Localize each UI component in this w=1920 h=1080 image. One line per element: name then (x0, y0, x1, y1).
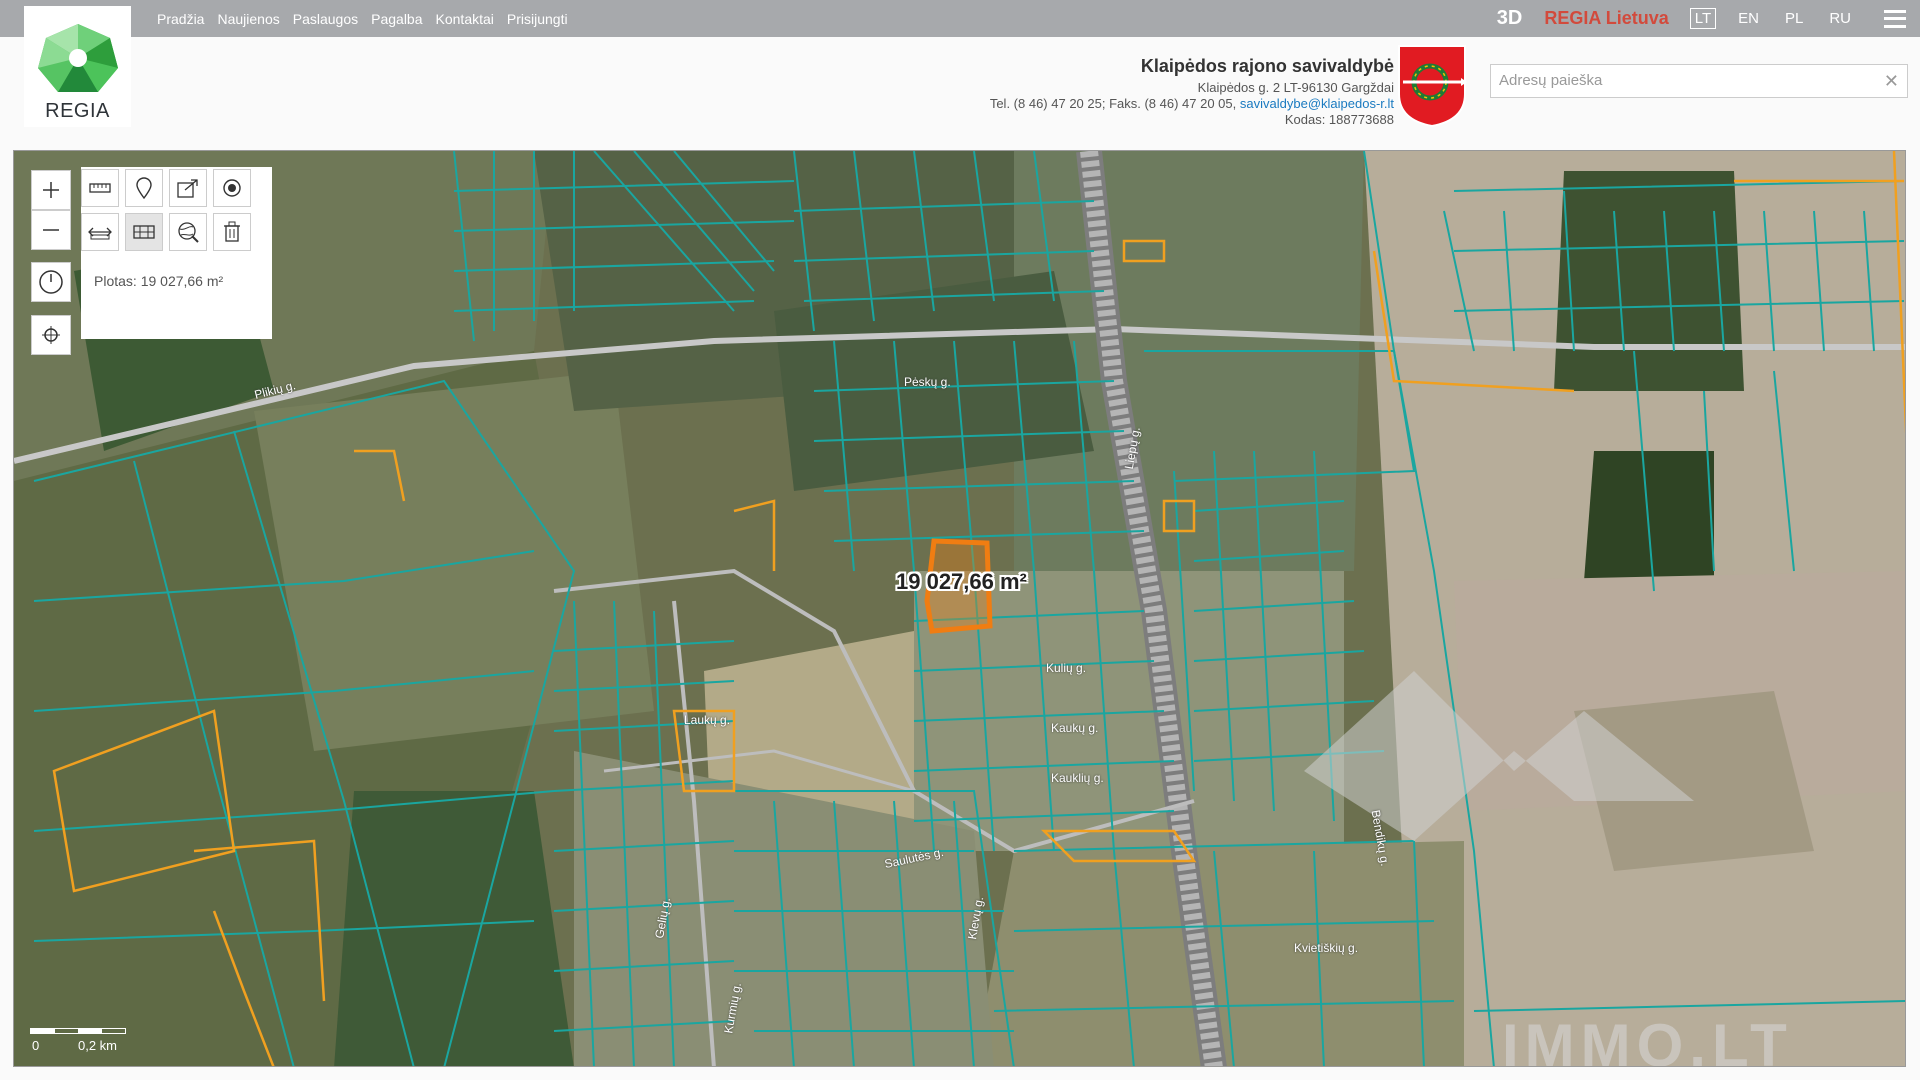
address-search-input[interactable] (1491, 65, 1877, 95)
minus-icon (43, 229, 59, 231)
hamburger-menu-icon[interactable] (1884, 9, 1906, 28)
measure-button[interactable] (81, 169, 119, 207)
lang-ru[interactable]: RU (1825, 9, 1855, 28)
3d-button[interactable]: 3D (1497, 7, 1523, 30)
crosshair-icon (42, 326, 60, 344)
globe-search-icon (178, 222, 199, 243)
nav-kontaktai[interactable]: Kontaktai (436, 11, 494, 27)
municipality-phone: Tel. (8 46) 47 20 25; Faks. (8 46) 47 20… (989, 96, 1237, 111)
share-button[interactable] (169, 169, 207, 207)
municipality-code: Kodas: 188773688 (1284, 112, 1394, 127)
area-result-text: Plotas: 19 027,66 m² (94, 273, 224, 289)
road-label: Kvietiškių g. (1294, 941, 1359, 955)
municipality-address: Klaipėdos g. 2 LT-96130 Gargždai (1197, 80, 1394, 95)
plus-icon (43, 182, 59, 198)
road-label: Kulių g. (1046, 661, 1087, 675)
regia-lietuva-link[interactable]: REGIA Lietuva (1544, 8, 1668, 29)
search-area-button[interactable] (169, 213, 207, 251)
locate-button[interactable] (31, 315, 71, 355)
road-label: Pėskų g. (904, 375, 951, 389)
regia-logo-icon (38, 24, 118, 92)
road-label: Kauklių g. (1051, 771, 1104, 785)
point-button[interactable] (213, 169, 251, 207)
measure-area-button[interactable] (125, 213, 163, 251)
line-measure-icon (88, 227, 112, 240)
scale-end-label: 0,2 km (78, 1038, 118, 1053)
radio-icon (223, 179, 241, 197)
nav-pradzia[interactable]: Pradžia (157, 11, 204, 27)
road-label: Laukų g. (684, 713, 731, 727)
coat-of-arms-icon (1398, 45, 1467, 128)
lang-pl[interactable]: PL (1781, 9, 1807, 28)
top-right-controls: 3D REGIA Lietuva LT EN PL RU (1497, 0, 1920, 37)
history-button[interactable] (31, 262, 71, 302)
zoom-out-button[interactable] (31, 210, 71, 250)
scale-bar-graphic (30, 1028, 126, 1034)
measure-tool-panel (81, 167, 272, 339)
lang-en[interactable]: EN (1734, 9, 1763, 28)
logo-text: REGIA (45, 100, 110, 122)
trash-icon (224, 221, 240, 242)
main-nav: Pradžia Naujienos Paslaugos Pagalba Kont… (157, 0, 568, 37)
regia-logo[interactable]: REGIA (24, 6, 131, 127)
scale-bar: 0 0,2 km (30, 1028, 126, 1054)
road-label: Kaukų g. (1051, 721, 1099, 735)
nav-naujienos[interactable]: Naujienos (217, 11, 279, 27)
municipality-name: Klaipėdos rajono savivaldybė (1140, 56, 1394, 76)
pin-icon (136, 177, 152, 199)
measure-line-button[interactable] (81, 213, 119, 251)
zoom-in-button[interactable] (31, 170, 71, 210)
map-canvas[interactable]: Plikių g. Pėskų g. Kulių g. Kaukų g. Kau… (13, 150, 1906, 1067)
top-bar: Pradžia Naujienos Paslaugos Pagalba Kont… (0, 0, 1920, 37)
municipality-email[interactable]: savivaldybe@klaipedos-r.lt (1240, 96, 1394, 111)
clock-icon (39, 270, 63, 294)
parcel-area-label: 19 027,66 m² (896, 569, 1027, 594)
marker-button[interactable] (125, 169, 163, 207)
lang-lt[interactable]: LT (1689, 8, 1717, 29)
address-search: ✕ (1490, 64, 1908, 98)
nav-prisijungti[interactable]: Prisijungti (507, 11, 568, 27)
map-imagery (14, 151, 1905, 1066)
nav-paslaugos[interactable]: Paslaugos (293, 11, 358, 27)
scale-start-label: 0 (32, 1038, 40, 1053)
area-measure-icon (133, 225, 155, 239)
share-icon (177, 179, 198, 198)
watermark-text: IMMO.LT (1502, 1012, 1793, 1067)
municipality-info: Klaipėdos rajono savivaldybė Klaipėdos g… (989, 56, 1394, 128)
ruler-icon (89, 183, 111, 193)
nav-pagalba[interactable]: Pagalba (371, 11, 422, 27)
clear-search-icon[interactable]: ✕ (1884, 71, 1899, 91)
delete-button[interactable] (213, 213, 251, 251)
